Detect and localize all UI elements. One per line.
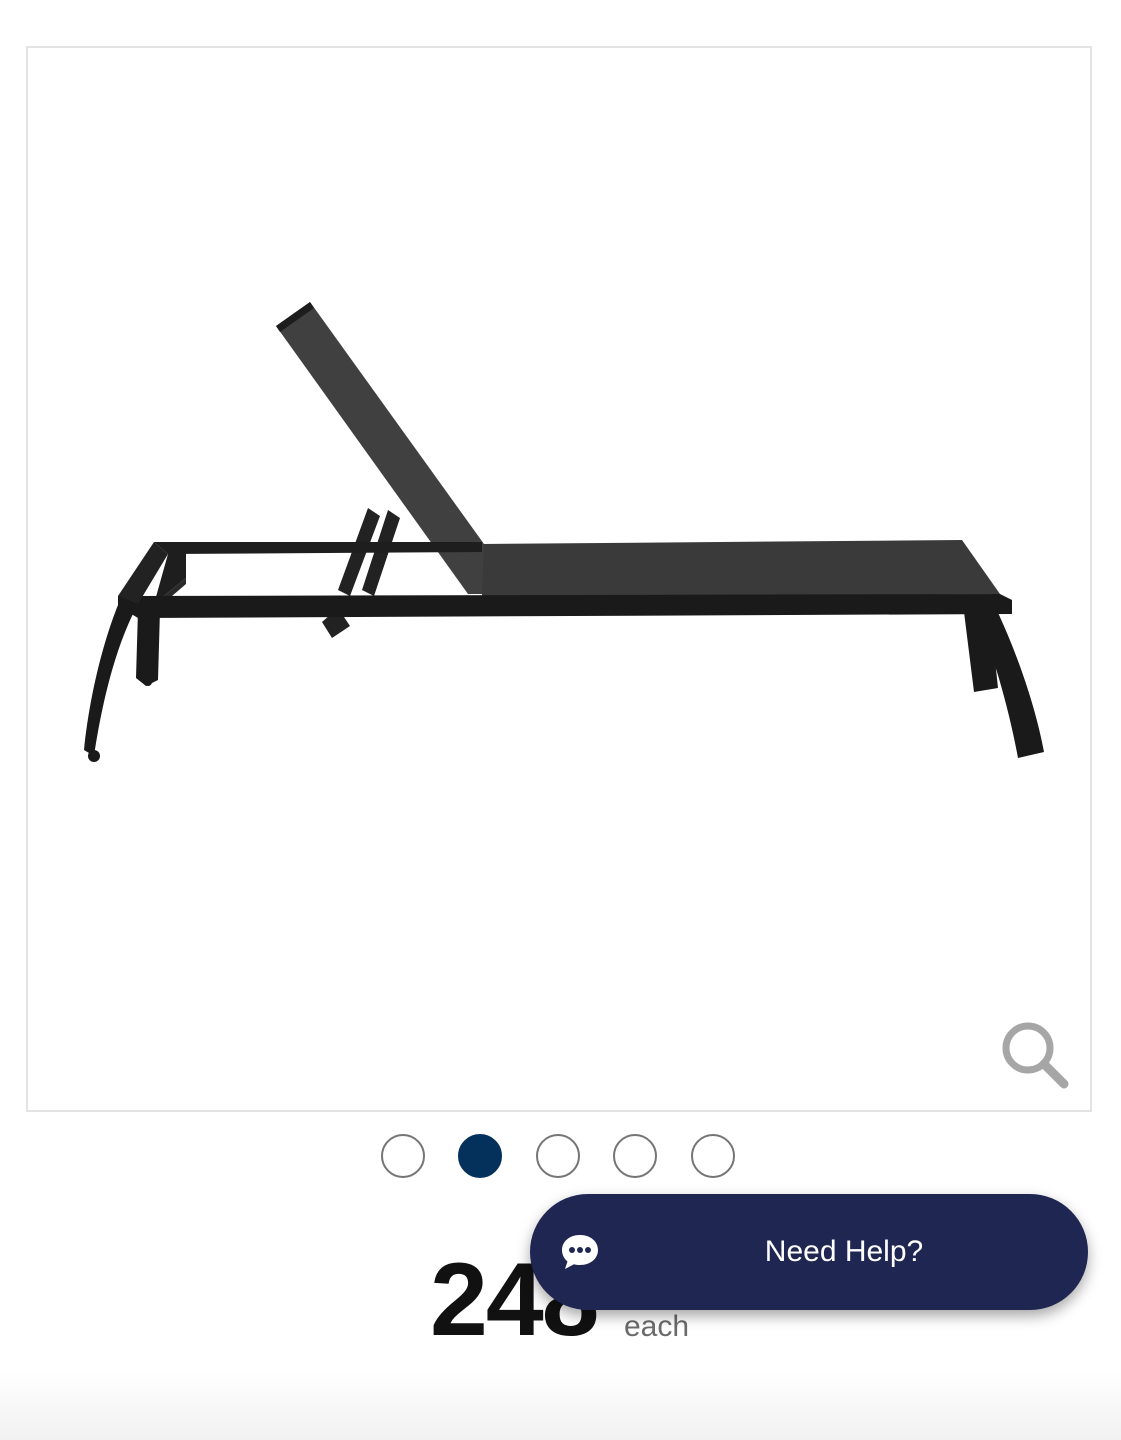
carousel-dot-3[interactable] <box>536 1134 580 1178</box>
price-unit: each <box>624 1310 690 1343</box>
need-help-label: Need Help? <box>764 1235 924 1268</box>
carousel-dot-5[interactable] <box>691 1134 735 1178</box>
carousel-dot-1[interactable] <box>381 1134 425 1178</box>
need-help-button[interactable]: Need Help? <box>530 1194 1088 1310</box>
product-page: 248 each Need Help? <box>0 0 1121 1440</box>
chat-bubble-icon <box>562 1235 598 1269</box>
product-image-frame[interactable] <box>26 46 1092 1112</box>
carousel-pagination <box>0 1134 1121 1186</box>
carousel-dot-4[interactable] <box>613 1134 657 1178</box>
bottom-fade <box>0 1370 1121 1440</box>
magnifier-icon[interactable] <box>998 1018 1072 1092</box>
product-image <box>84 302 1044 762</box>
carousel-dot-2[interactable] <box>458 1134 502 1178</box>
